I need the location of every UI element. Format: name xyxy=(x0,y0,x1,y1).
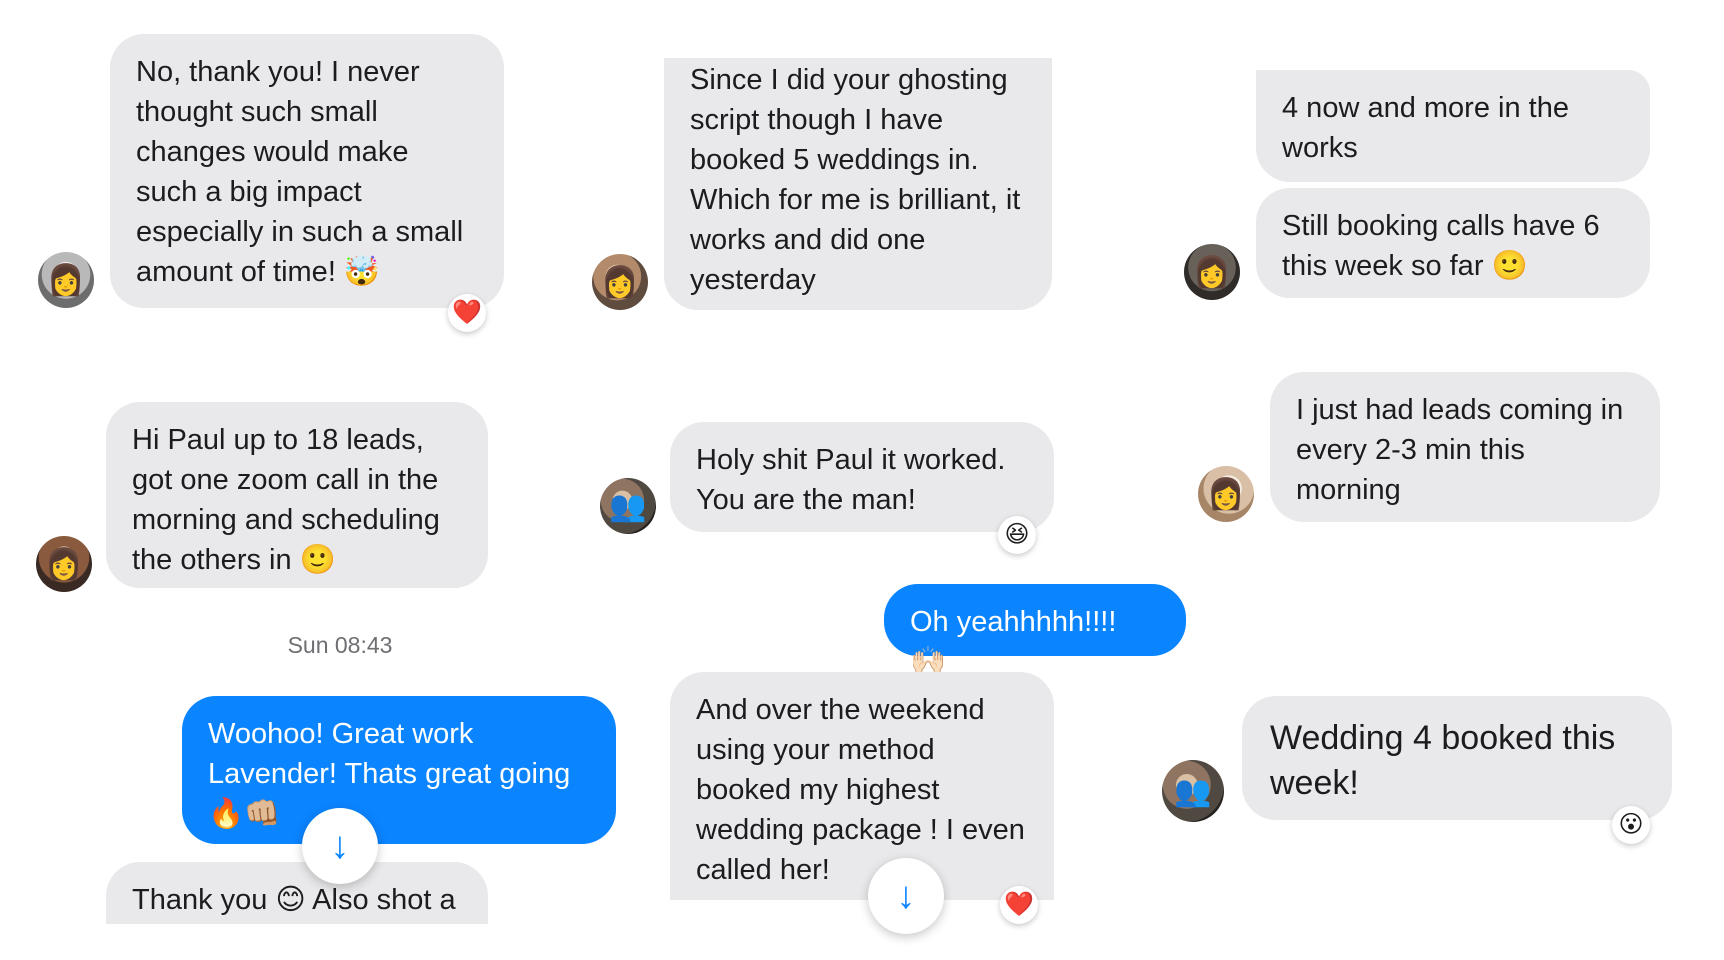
message-bubble-outgoing[interactable]: Oh yeahhhhh!!!! 🙌🏻 xyxy=(884,584,1186,678)
message-bubble-incoming[interactable]: No, thank you! I never thought such smal… xyxy=(110,34,504,308)
person-icon: 👩 xyxy=(601,266,639,300)
arrow-down-icon: ↓ xyxy=(330,825,350,867)
surprised-reaction-icon[interactable]: 😮 xyxy=(1612,806,1650,844)
message-bubble-outgoing[interactable]: Woohoo! Great work Lavender! Thats great… xyxy=(182,696,616,844)
arrow-down-icon: ↓ xyxy=(896,875,916,917)
message-bubble-incoming[interactable]: 4 now and more in the works xyxy=(1256,70,1650,182)
avatar[interactable]: 👩 xyxy=(36,536,92,592)
message-bubble-incoming[interactable]: Since I did your ghosting script though … xyxy=(664,58,1052,310)
message-bubble-incoming[interactable]: Still booking calls have 6 this week so … xyxy=(1256,188,1650,298)
avatar[interactable]: 👥 xyxy=(600,478,656,534)
person-icon: 👩 xyxy=(45,548,83,582)
timestamp: Sun 08:43 xyxy=(287,632,393,658)
person-icon: 👩 xyxy=(1207,478,1245,512)
avatar[interactable]: 👩 xyxy=(1198,466,1254,522)
message-bubble-incoming[interactable]: Hi Paul up to 18 leads, got one zoom cal… xyxy=(106,402,488,588)
message-bubble-incoming[interactable]: Thank you 😊 Also shot a xyxy=(106,862,488,924)
avatar[interactable]: 👥 xyxy=(1162,760,1224,822)
message-bubble-incoming[interactable]: I just had leads coming in every 2-3 min… xyxy=(1270,372,1660,522)
avatar[interactable]: 👩 xyxy=(592,254,648,310)
message-bubble-incoming[interactable]: And over the weekend using your method b… xyxy=(670,672,1054,900)
person-icon: 👥 xyxy=(609,490,647,524)
heart-reaction-icon[interactable]: ❤️ xyxy=(448,294,486,332)
avatar[interactable]: 👩 xyxy=(1184,244,1240,300)
message-bubble-incoming[interactable]: Holy shit Paul it worked. You are the ma… xyxy=(670,422,1054,532)
person-icon: 👩 xyxy=(47,264,85,298)
heart-reaction-icon[interactable]: ❤️ xyxy=(1000,886,1038,924)
message-bubble-incoming[interactable]: Wedding 4 booked this week! xyxy=(1242,696,1672,820)
laughing-reaction-icon[interactable]: 😆 xyxy=(998,516,1036,554)
avatar[interactable]: 👩 xyxy=(38,252,94,308)
person-icon: 👩 xyxy=(1193,256,1231,290)
scroll-down-button[interactable]: ↓ xyxy=(302,808,378,884)
scroll-down-button[interactable]: ↓ xyxy=(868,858,944,934)
person-icon: 👥 xyxy=(1174,775,1212,809)
